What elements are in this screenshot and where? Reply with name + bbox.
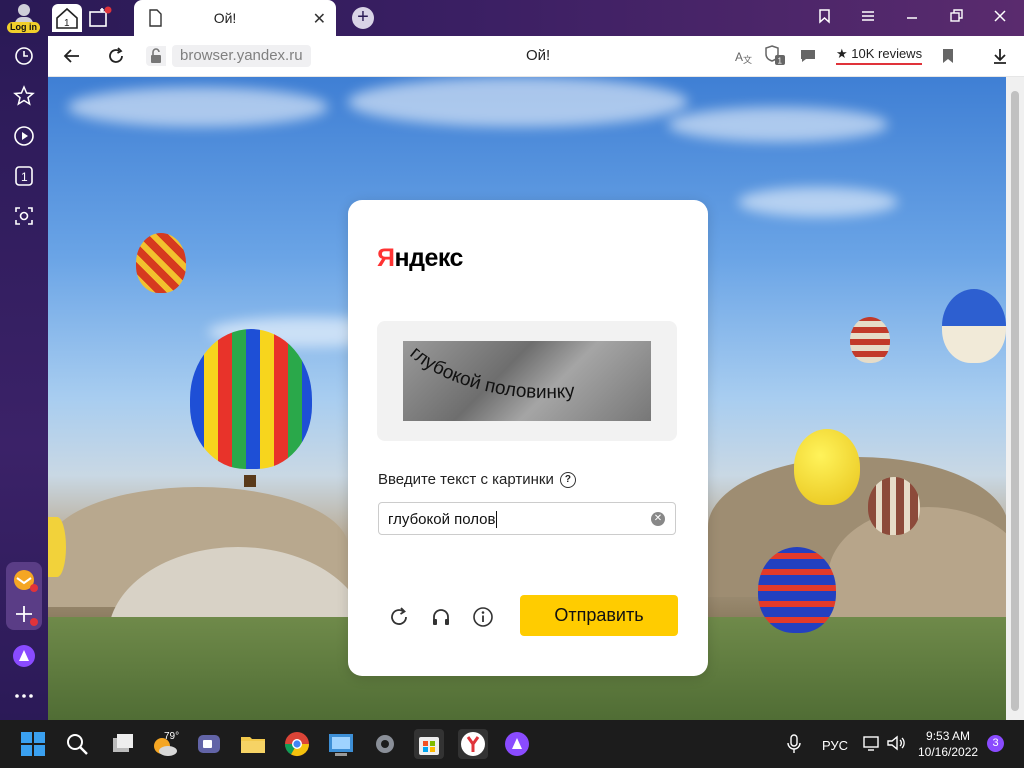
captcha-image-frame: глубокой половинку	[377, 321, 677, 441]
reload-icon[interactable]	[106, 46, 126, 71]
login-button[interactable]: Log in	[6, 2, 42, 34]
captcha-input-value: глубокой полов	[388, 511, 496, 528]
help-icon[interactable]: ?	[559, 472, 576, 489]
download-icon[interactable]	[990, 46, 1010, 71]
lock-icon[interactable]	[146, 46, 166, 66]
address-bar: browser.yandex.ru Ой! A文 1 ★ 10K reviews	[48, 36, 1024, 77]
close-window-icon[interactable]	[988, 8, 1012, 28]
balloon-image	[794, 429, 860, 505]
tab-counter-icon[interactable]: 1	[12, 164, 36, 188]
yandex-logo-initial: Я	[377, 244, 395, 272]
info-icon[interactable]	[472, 606, 494, 628]
system-clock[interactable]: 9:53 AM 10/16/2022	[918, 728, 978, 760]
teams-chat-icon[interactable]	[194, 729, 224, 759]
user-icon	[18, 4, 30, 16]
text-caret	[496, 511, 497, 528]
url-field[interactable]: browser.yandex.ru	[172, 45, 311, 67]
reviews-badge[interactable]: ★ 10K reviews	[836, 46, 923, 65]
captcha-prompt: Введите текст с картинки?	[378, 471, 576, 489]
new-tab-button[interactable]: +	[352, 7, 374, 29]
scrollbar-thumb[interactable]	[1011, 91, 1019, 711]
page-scrollbar[interactable]	[1006, 77, 1024, 720]
translate-icon[interactable]: A文	[734, 46, 754, 71]
tab-manager-button[interactable]: 1	[52, 4, 82, 32]
yandex-browser-icon[interactable]	[458, 729, 488, 759]
tab-strip: Log in 1 Ой! ✕ +	[0, 0, 1024, 36]
collections-icon[interactable]	[812, 8, 836, 28]
microphone-icon[interactable]	[786, 734, 802, 757]
yandex-logo: Яндекс	[377, 244, 463, 273]
network-icon[interactable]	[862, 734, 880, 755]
notification-badge[interactable]: 3	[987, 735, 1004, 752]
more-icon[interactable]	[12, 684, 36, 708]
balloon-image	[136, 233, 186, 293]
captcha-text: глубокой половинку	[406, 343, 576, 404]
search-icon[interactable]	[62, 729, 92, 759]
refresh-captcha-icon[interactable]	[388, 606, 410, 628]
svg-text:文: 文	[743, 54, 752, 65]
screenshot-camera-icon[interactable]	[12, 204, 36, 228]
add-notification-dot	[30, 618, 38, 626]
captcha-image: глубокой половинку	[403, 341, 651, 421]
balloon-image	[868, 477, 920, 535]
settings-gear-icon[interactable]	[370, 729, 400, 759]
captcha-input[interactable]: глубокой полов ✕	[378, 502, 676, 535]
yandex-logo-rest: ндекс	[394, 244, 463, 272]
restore-icon[interactable]	[944, 8, 968, 28]
windows-taskbar: 79° РУС 9:53 AM 10/16/2022 3	[0, 720, 1024, 768]
weather-icon[interactable]: 79°	[150, 729, 180, 759]
active-tab[interactable]: Ой! ✕	[134, 0, 336, 36]
clock-date: 10/16/2022	[918, 745, 979, 759]
clock-time: 9:53 AM	[926, 729, 971, 743]
svg-text:1: 1	[778, 57, 783, 66]
browser-sidebar: 1	[0, 36, 48, 720]
balloon-image	[48, 517, 66, 577]
captcha-card: Яндекс глубокой половинку Введите текст …	[348, 200, 708, 676]
bookmarks-star-icon[interactable]	[12, 84, 36, 108]
menu-icon[interactable]	[856, 8, 880, 28]
balloon-image	[850, 317, 890, 363]
chat-icon[interactable]	[798, 46, 818, 71]
svg-text:1: 1	[21, 170, 28, 184]
back-arrow-icon[interactable]	[62, 46, 82, 71]
svg-text:79°: 79°	[164, 731, 179, 742]
clear-input-icon[interactable]: ✕	[651, 512, 665, 526]
audio-captcha-headphones-icon[interactable]	[430, 606, 452, 628]
chrome-icon[interactable]	[282, 729, 312, 759]
store-icon[interactable]	[414, 729, 444, 759]
windows-start-icon[interactable]	[18, 729, 48, 759]
page-title: Ой!	[526, 47, 551, 64]
tab-title: Ой!	[213, 10, 237, 26]
protect-shield-icon[interactable]: 1	[764, 44, 786, 71]
mail-notification-dot	[30, 584, 38, 592]
login-label: Log in	[7, 22, 40, 33]
control-panel-icon[interactable]	[326, 729, 356, 759]
new-tab-group-icon[interactable]	[88, 6, 112, 30]
history-icon[interactable]	[12, 44, 36, 68]
file-explorer-icon[interactable]	[238, 729, 268, 759]
mail-icon[interactable]	[12, 568, 38, 592]
task-view-icon[interactable]	[108, 729, 138, 759]
tab-close-icon[interactable]: ✕	[313, 9, 326, 29]
alice-assistant-icon[interactable]	[12, 644, 36, 668]
svg-text:1: 1	[64, 18, 70, 29]
balloon-image	[190, 329, 312, 469]
home-tabs-icon: 1	[56, 7, 78, 29]
balloon-image	[942, 289, 1006, 363]
bookmark-icon[interactable]	[938, 46, 958, 71]
svg-text:A: A	[735, 50, 743, 64]
submit-button[interactable]: Отправить	[520, 595, 678, 636]
language-indicator[interactable]: РУС	[822, 738, 848, 753]
alice-taskbar-icon[interactable]	[502, 729, 532, 759]
captcha-prompt-text: Введите текст с картинки	[378, 471, 554, 488]
balloon-image	[758, 547, 836, 633]
volume-icon[interactable]	[886, 734, 906, 755]
minimize-icon[interactable]	[900, 8, 924, 28]
play-video-icon[interactable]	[12, 124, 36, 148]
add-app-icon[interactable]	[12, 602, 38, 626]
